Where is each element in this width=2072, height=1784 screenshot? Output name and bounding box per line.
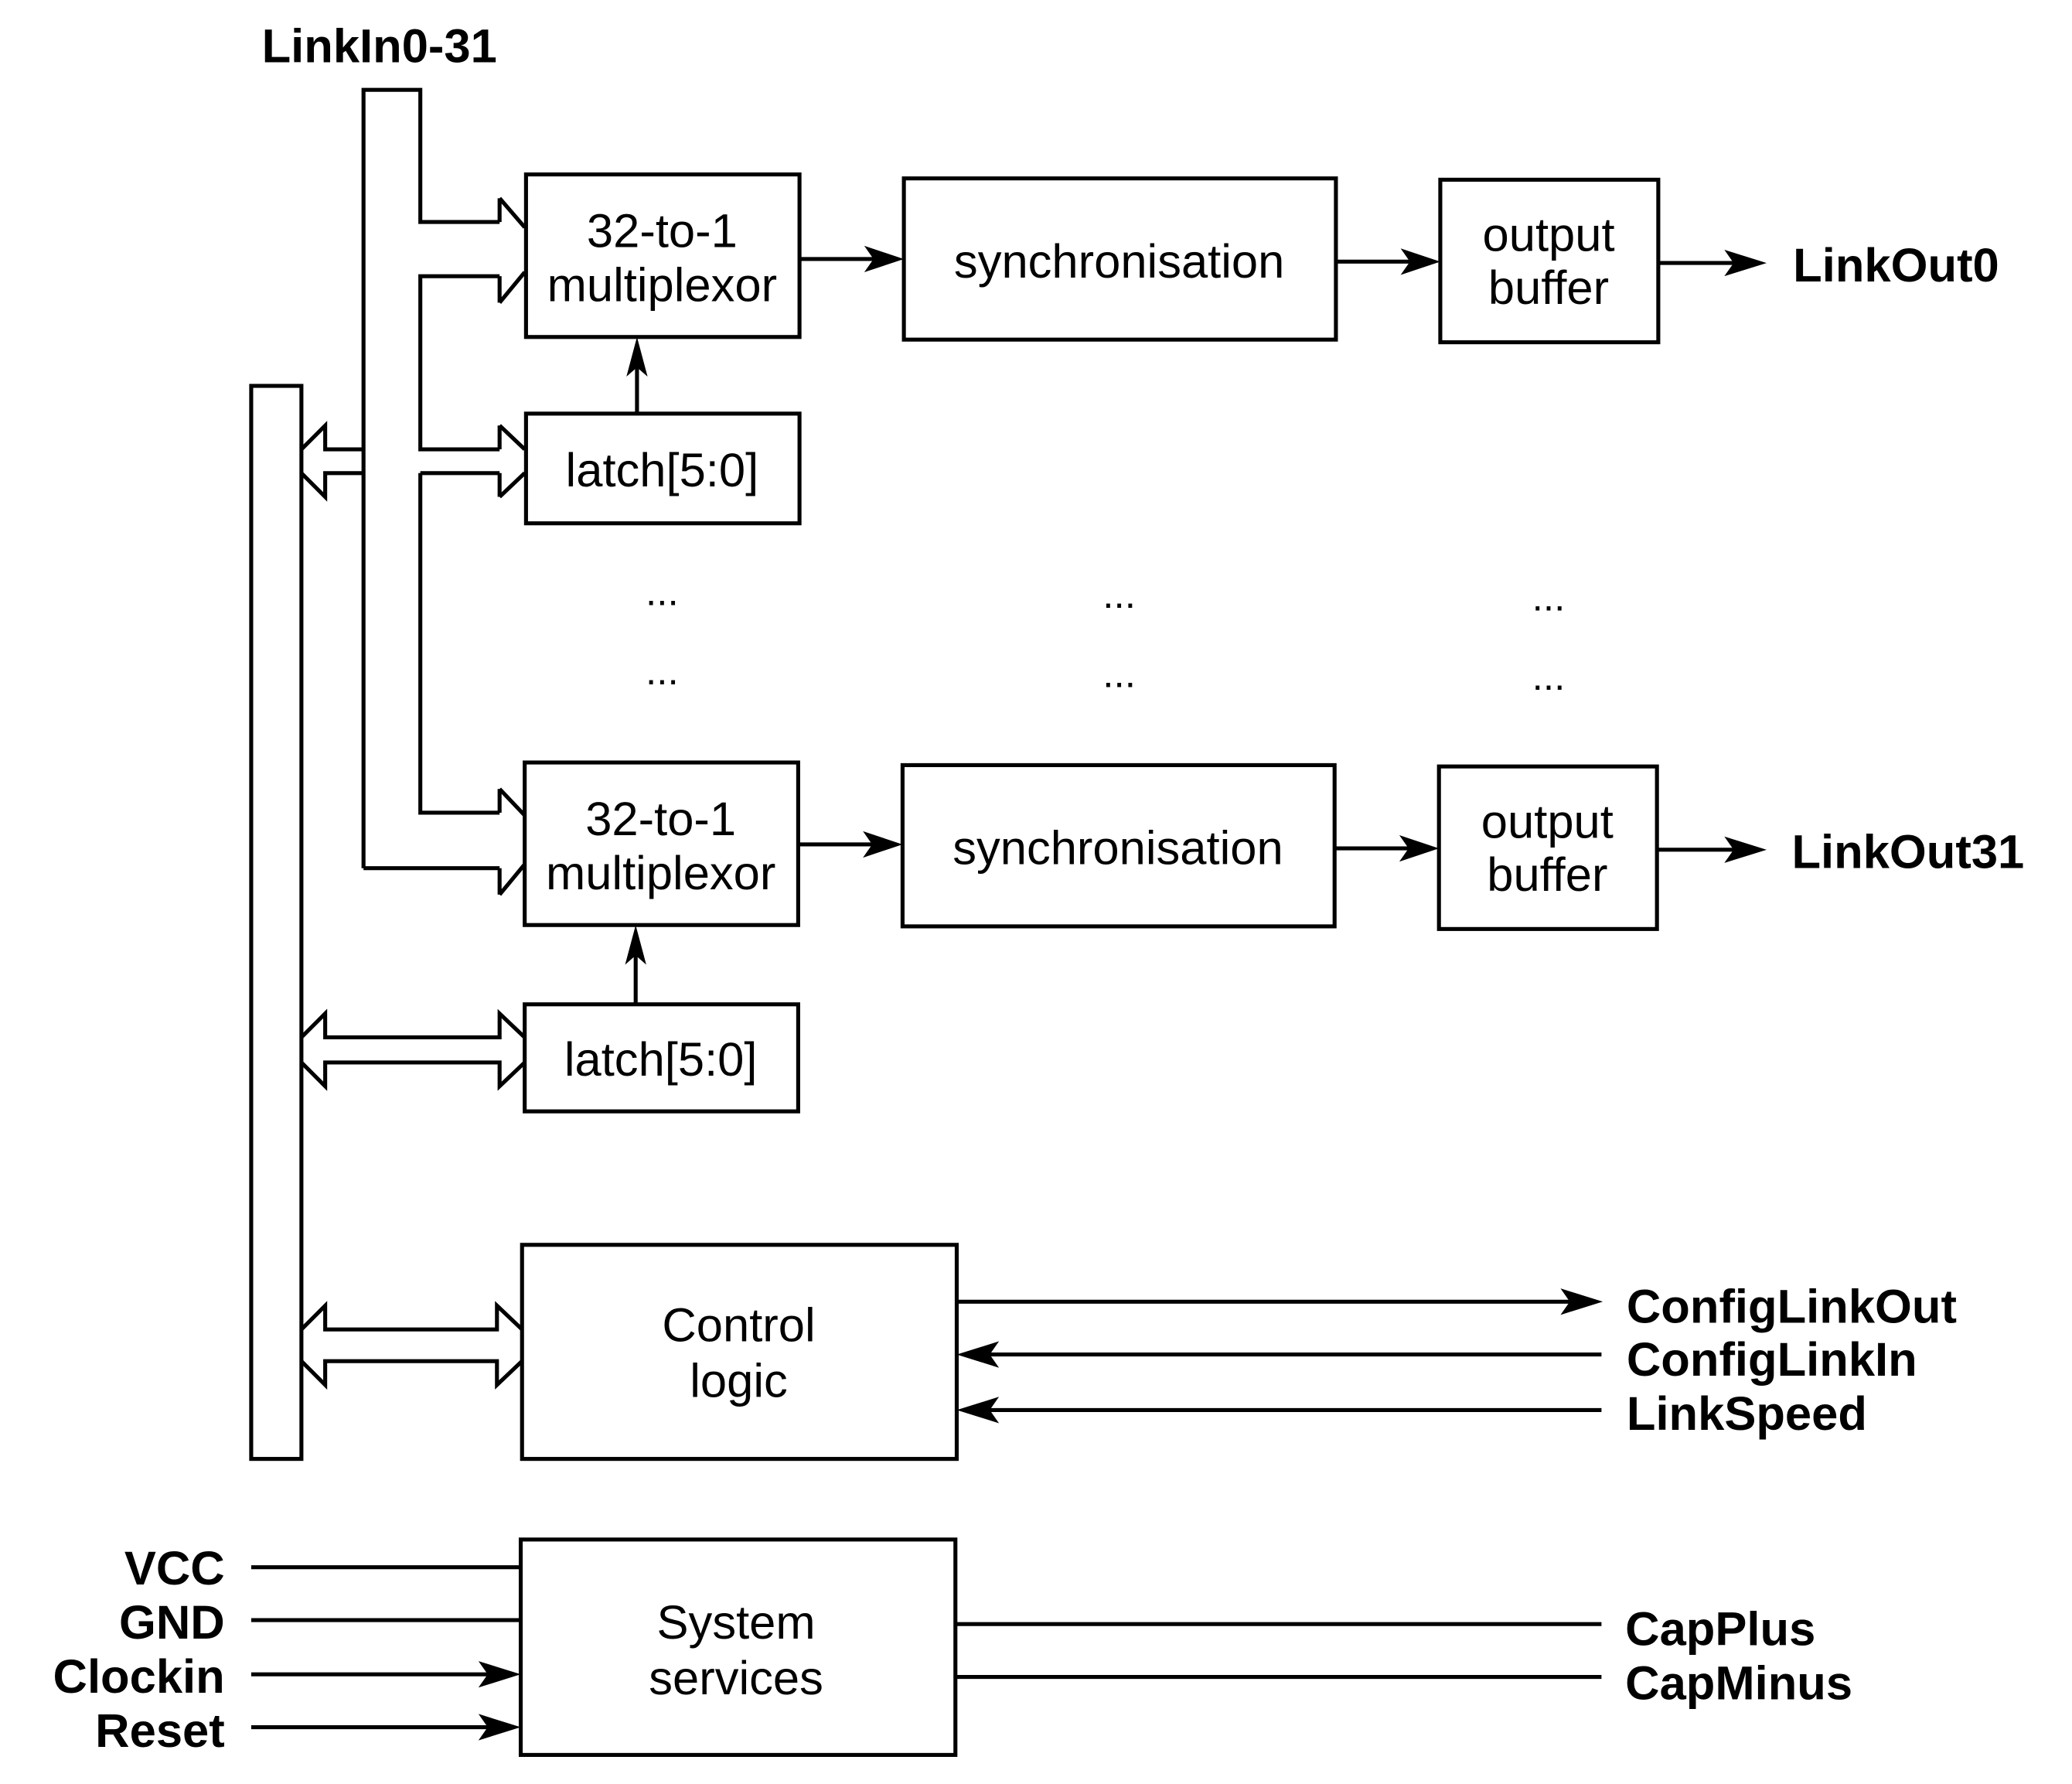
channel-31: 32-to-1 multiplexor latch[5:0] synchroni…	[523, 760, 2024, 1114]
control-bus-connector	[300, 1301, 524, 1390]
linkout31-label: LinkOut31	[1791, 826, 2024, 879]
buffer-0-label-1: output	[1483, 209, 1615, 262]
sync-0-label: synchronisation	[954, 235, 1284, 288]
vcc-label: VCC	[124, 1542, 225, 1595]
configlinkin-label: ConfigLinkIn	[1627, 1333, 1917, 1387]
control-logic-label-2: logic	[690, 1354, 788, 1407]
mux0-input-arrows	[497, 196, 527, 304]
control-logic-label-1: Control	[662, 1299, 815, 1352]
configlinkout-label: ConfigLinkOut	[1627, 1281, 1957, 1334]
block-diagram: LinkIn0-31 32-to-1 multiplexor latch[5:0…	[53, 19, 2025, 1758]
mux-0-label-2: multiplexor	[547, 259, 777, 312]
reset-label: Reset	[95, 1704, 225, 1758]
channel-0: 32-to-1 multiplexor latch[5:0] synchroni…	[523, 172, 1999, 526]
latch31-bus-connector	[300, 1008, 527, 1091]
capplus-label: CapPlus	[1625, 1603, 1815, 1656]
latch-0-label: latch[5:0]	[566, 444, 759, 497]
svg-text:...: ...	[1102, 572, 1136, 616]
mux-31-label-2: multiplexor	[546, 847, 775, 900]
control-logic: Control logic ConfigLinkOut ConfigLinkIn…	[520, 1243, 1957, 1462]
svg-text:...: ...	[1532, 654, 1566, 698]
linkout0-label: LinkOut0	[1793, 239, 1999, 292]
ellipsis-rows: ... ... ... ... ... ...	[646, 570, 1565, 698]
svg-text:...: ...	[1102, 652, 1136, 696]
capminus-label: CapMinus	[1625, 1657, 1852, 1711]
svg-text:...: ...	[646, 649, 679, 693]
system-services-label-1: System	[657, 1596, 816, 1649]
system-services: System services VCC GND Clockin Reset Ca…	[53, 1537, 1852, 1758]
svg-text:...: ...	[646, 570, 679, 614]
buffer-31-label-2: buffer	[1487, 848, 1607, 902]
latch-31-label: latch[5:0]	[564, 1033, 758, 1086]
svg-text:...: ...	[1532, 575, 1566, 619]
mux-0-label-1: 32-to-1	[587, 205, 738, 258]
buffer-0-label-2: buffer	[1488, 261, 1609, 315]
mux31-input-arrows	[497, 787, 527, 896]
latch0-bus-connector	[300, 421, 527, 502]
control-bus	[249, 384, 304, 1462]
linkspeed-label: LinkSpeed	[1627, 1387, 1867, 1441]
buffer-31-label-1: output	[1481, 795, 1614, 848]
system-services-label-2: services	[649, 1652, 823, 1705]
sync-31-label: synchronisation	[953, 822, 1283, 875]
gnd-label: GND	[119, 1596, 225, 1649]
clockin-label: Clockin	[53, 1650, 225, 1704]
linkin-label: LinkIn0-31	[262, 19, 497, 73]
linkin-bus	[361, 87, 500, 871]
mux-31-label-1: 32-to-1	[585, 793, 736, 846]
